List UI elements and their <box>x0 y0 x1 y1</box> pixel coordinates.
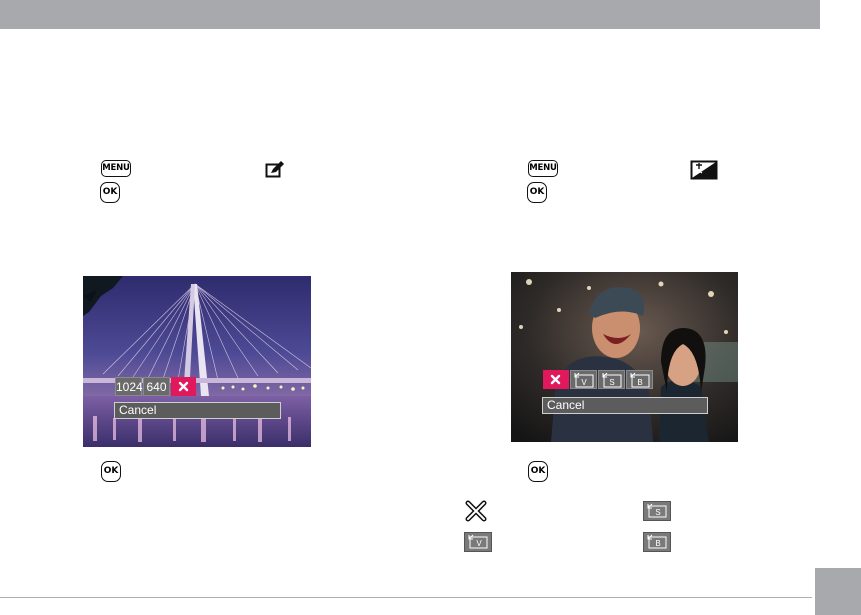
x-icon <box>550 374 561 385</box>
option-resize-v[interactable]: V <box>570 370 597 389</box>
cancel-x-icon <box>465 500 487 522</box>
resize-v-icon: V <box>464 532 492 552</box>
portrait-photo <box>511 272 738 442</box>
svg-text:S: S <box>655 508 660 517</box>
ok-button-icon: OK <box>100 182 120 203</box>
resize-v-icon: V <box>574 372 594 388</box>
ok-button-icon: OK <box>527 182 547 203</box>
menu-button-icon: MENU <box>528 160 558 177</box>
bridge-photo <box>83 276 311 447</box>
option-resize-s[interactable]: S <box>598 370 625 389</box>
svg-text:V: V <box>476 539 482 548</box>
resize-s-icon: S <box>643 501 671 521</box>
menu-button-icon: MENU <box>101 160 131 177</box>
option-cancel-selected[interactable] <box>543 370 569 389</box>
page-number-tab <box>815 568 861 615</box>
resize-s-icon: S <box>602 372 622 388</box>
resize-b-icon: B <box>630 372 650 388</box>
option-resize-b[interactable]: B <box>626 370 653 389</box>
x-icon <box>178 381 189 392</box>
footer-rule <box>0 597 812 598</box>
svg-text:V: V <box>581 378 587 387</box>
resize-edit-icon <box>265 161 284 178</box>
option-640[interactable]: 640 <box>143 377 170 396</box>
color-enhance-icon <box>690 160 718 180</box>
svg-text:B: B <box>655 539 660 548</box>
ok-button-icon: OK <box>528 461 548 482</box>
option-1024[interactable]: 1024 <box>115 377 143 396</box>
svg-text:S: S <box>609 378 614 387</box>
svg-text:B: B <box>637 378 642 387</box>
cancel-label-bar: Cancel <box>542 397 708 414</box>
resize-b-icon: B <box>643 532 671 552</box>
option-cancel-selected[interactable] <box>171 377 196 396</box>
header-bar <box>0 0 820 29</box>
cancel-label-bar: Cancel <box>114 402 281 419</box>
ok-button-icon: OK <box>101 461 121 482</box>
